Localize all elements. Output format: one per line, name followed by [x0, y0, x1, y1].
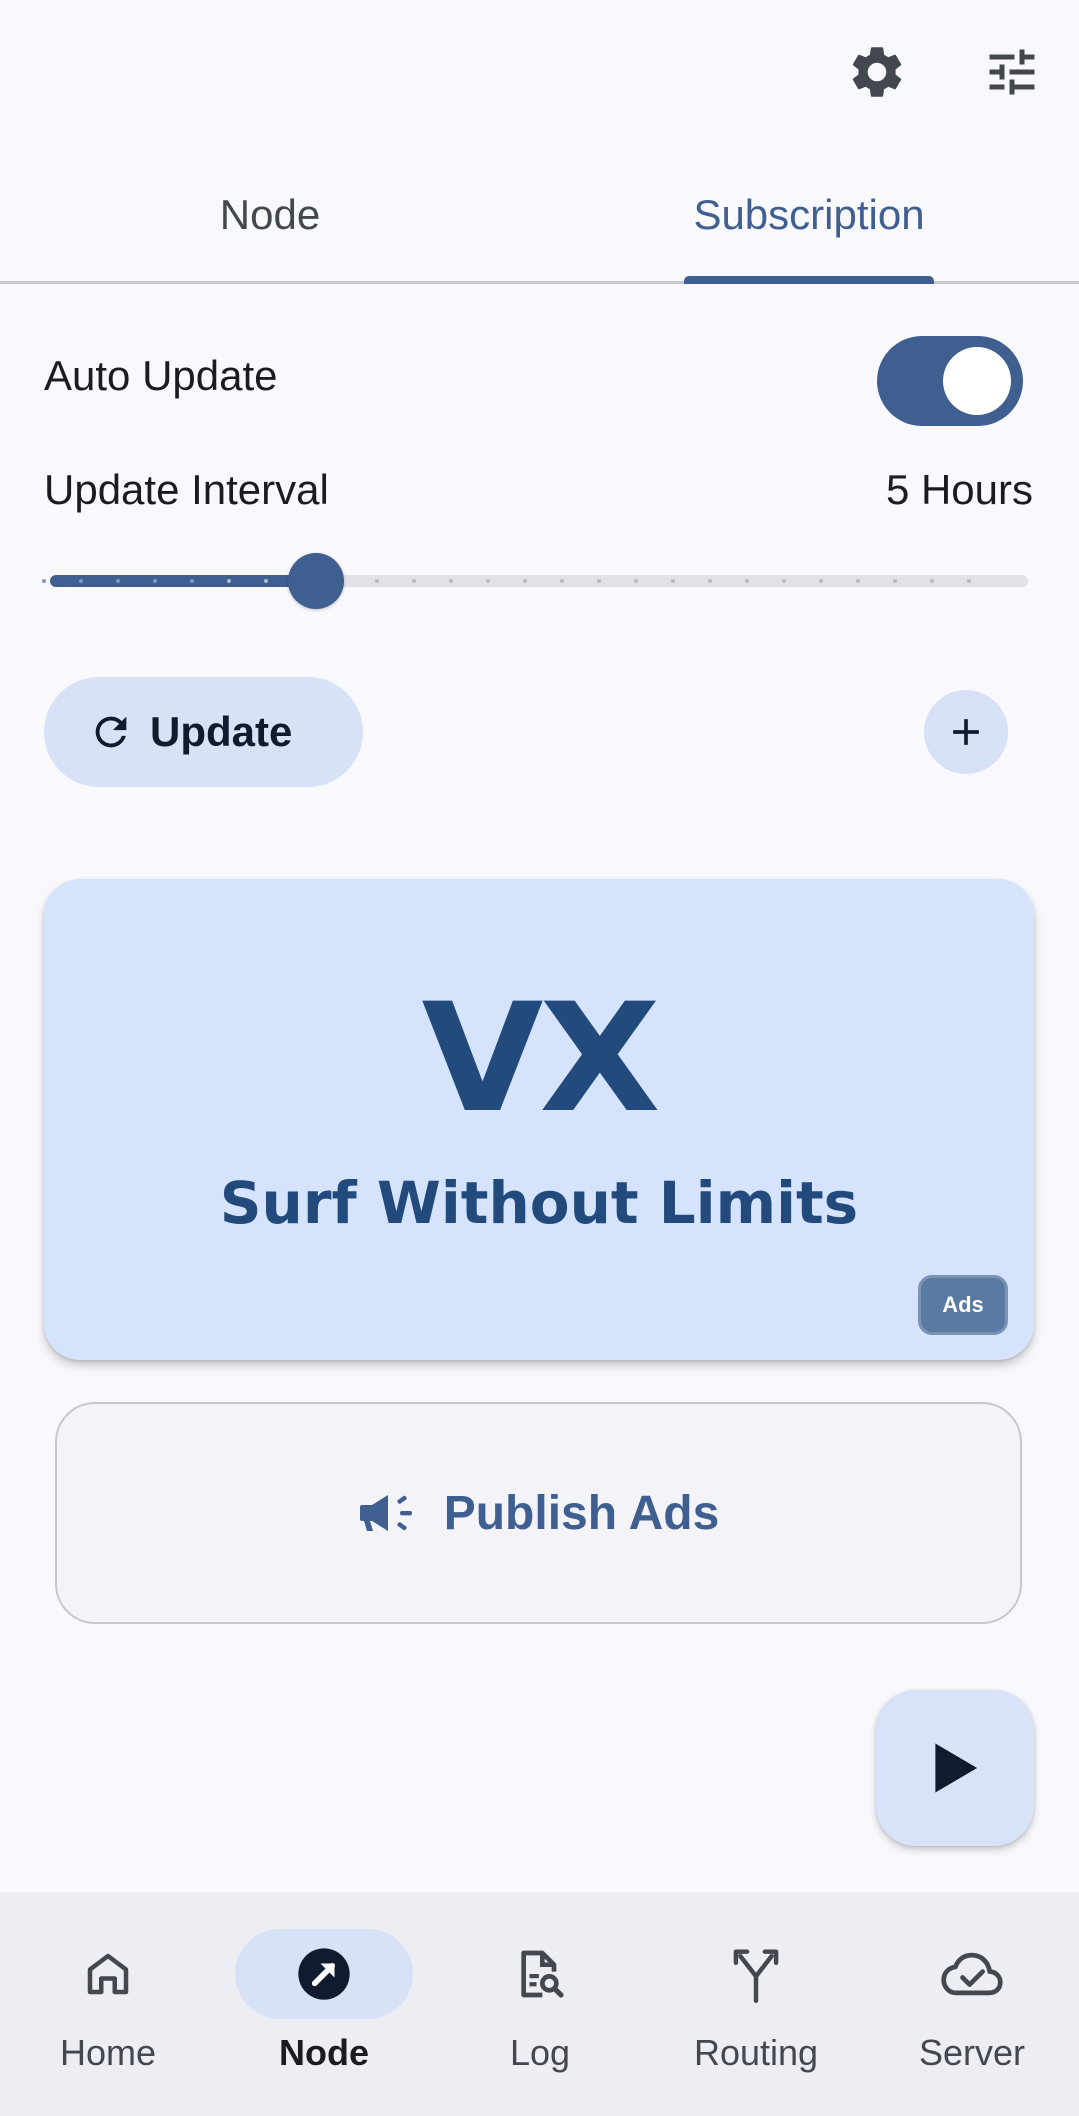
slider-tick — [560, 579, 564, 583]
slider-tick — [449, 579, 453, 583]
slider-tick — [967, 579, 971, 583]
update-button[interactable]: Update — [44, 677, 363, 787]
slider-tick — [782, 579, 786, 583]
nav-pill-routing — [667, 1929, 845, 2019]
slider-tick — [486, 579, 490, 583]
slider-tick — [190, 579, 194, 583]
slider-tick — [708, 579, 712, 583]
slider-tick — [412, 579, 416, 583]
slider-tick — [79, 579, 83, 583]
slider-active-track — [50, 575, 316, 587]
nav-label-home: Home — [59, 2032, 157, 2073]
slider-tick — [264, 579, 268, 583]
routing-fork-icon — [729, 1945, 783, 2003]
plus-icon — [944, 710, 988, 754]
slider-tick — [42, 579, 46, 583]
nav-pill-server — [883, 1929, 1061, 2019]
nav-pill-log — [451, 1929, 629, 2019]
tab-node[interactable]: Node — [140, 180, 400, 250]
update-interval-label: Update Interval — [44, 466, 329, 513]
nav-pill-home — [19, 1929, 197, 2019]
navigation-arrow-icon — [296, 1946, 352, 2002]
slider-thumb[interactable] — [288, 553, 344, 609]
auto-update-label: Auto Update — [44, 352, 278, 399]
slider-tick — [745, 579, 749, 583]
tab-subscription[interactable]: Subscription — [670, 180, 948, 250]
slider-tick — [523, 579, 527, 583]
nav-item-node[interactable]: Node — [216, 1892, 432, 2116]
start-connection-fab[interactable] — [876, 1690, 1034, 1846]
nav-label-node: Node — [279, 2032, 369, 2073]
ad-logo: VX — [421, 972, 661, 1146]
slider-tick — [227, 579, 231, 583]
publish-ads-button[interactable]: Publish Ads — [55, 1402, 1022, 1624]
nav-pill-node — [235, 1929, 413, 2019]
slider-tick — [597, 579, 601, 583]
slider-tick — [634, 579, 638, 583]
ads-badge: Ads — [918, 1275, 1008, 1335]
slider-tick — [893, 579, 897, 583]
ad-banner[interactable]: VX Surf Without Limits Ads — [44, 879, 1034, 1360]
slider-tick — [930, 579, 934, 583]
megaphone-icon — [358, 1489, 418, 1537]
nav-label-routing: Routing — [693, 2032, 819, 2073]
switch-thumb — [943, 347, 1011, 415]
ad-tagline: Surf Without Limits — [219, 1169, 859, 1237]
update-button-label: Update — [150, 708, 293, 755]
log-search-icon — [512, 1946, 568, 2002]
auto-update-switch[interactable] — [877, 336, 1023, 426]
nav-item-server[interactable]: Server — [864, 1892, 1079, 2116]
slider-tick — [153, 579, 157, 583]
publish-ads-label: Publish Ads — [443, 1486, 720, 1540]
add-subscription-button[interactable] — [924, 690, 1008, 774]
home-icon — [81, 1947, 135, 2001]
nav-item-log[interactable]: Log — [432, 1892, 648, 2116]
bottom-navigation: Home Node Log Routing Server — [0, 1892, 1079, 2116]
slider-tick — [671, 579, 675, 583]
nav-label-log: Log — [509, 2032, 571, 2073]
slider-tick — [375, 579, 379, 583]
gear-icon[interactable] — [845, 40, 909, 104]
update-interval-slider[interactable] — [42, 575, 1028, 587]
play-icon — [930, 1741, 980, 1795]
slider-tick — [116, 579, 120, 583]
slider-tick — [856, 579, 860, 583]
app-screen: Node Subscription Auto Update Update Int… — [0, 0, 1079, 2116]
slider-tick — [819, 579, 823, 583]
refresh-icon — [88, 709, 134, 755]
update-interval-value: 5 Hours — [885, 466, 1033, 513]
nav-item-home[interactable]: Home — [0, 1892, 216, 2116]
cloud-check-icon — [939, 1947, 1005, 2001]
tune-sliders-icon[interactable] — [980, 40, 1044, 104]
nav-label-server: Server — [918, 2032, 1026, 2073]
nav-item-routing[interactable]: Routing — [648, 1892, 864, 2116]
tab-indicator — [684, 276, 934, 284]
